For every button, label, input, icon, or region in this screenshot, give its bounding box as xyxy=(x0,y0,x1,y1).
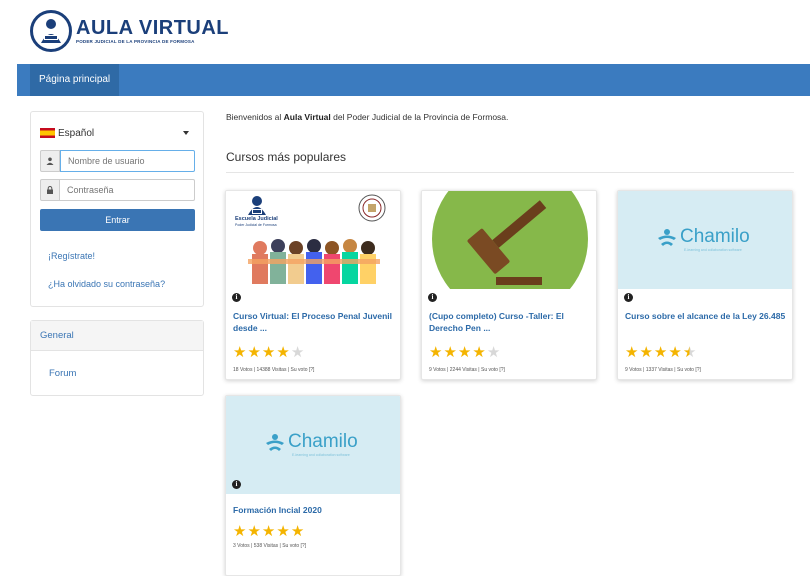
register-link[interactable]: ¡Regístrate! xyxy=(48,251,95,261)
chamilo-wordmark: Chamilo xyxy=(288,431,358,452)
user-icon xyxy=(40,150,60,172)
course-stats: 18 Votos | 14388 Visitas | Su voto [?] xyxy=(233,367,315,373)
rating-stars[interactable]: ★ ★ ★ ★ ★ xyxy=(233,345,305,360)
star-icon[interactable]: ★ xyxy=(625,345,638,360)
info-icon[interactable]: i xyxy=(428,293,437,302)
star-icon[interactable]: ★ xyxy=(487,345,500,360)
info-icon[interactable]: i xyxy=(232,293,241,302)
star-icon[interactable]: ★ xyxy=(247,345,260,360)
star-icon[interactable]: ★ xyxy=(654,345,667,360)
chamilo-placeholder[interactable]: Chamilo E-learning and collaboration sof… xyxy=(226,396,400,494)
star-icon[interactable]: ★ xyxy=(668,345,681,360)
chamilo-logo-icon xyxy=(266,434,284,451)
star-icon[interactable]: ★ xyxy=(443,345,456,360)
star-icon[interactable]: ★ xyxy=(276,524,289,539)
main-navbar: Página principal xyxy=(17,64,810,96)
star-icon[interactable]: ★ xyxy=(639,345,652,360)
spain-flag-icon xyxy=(40,128,55,138)
login-panel: Español Entrar ¡Regístrate! ¿Ha olvidado… xyxy=(30,111,204,307)
course-title[interactable]: Curso Virtual: El Proceso Penal Juvenil … xyxy=(233,310,397,334)
username-group xyxy=(40,150,195,172)
welcome-prefix: Bienvenidos al xyxy=(226,112,284,122)
gavel-illustration[interactable] xyxy=(422,191,596,289)
judicial-emblem-icon xyxy=(30,10,72,52)
course-stats: 9 Votos | 2244 Visitas | Su voto [?] xyxy=(429,367,505,373)
language-select[interactable]: Español xyxy=(40,122,195,144)
chamilo-wordmark: Chamilo xyxy=(680,226,750,247)
course-card[interactable]: Escuela Judicial Poder Judicial de Formo… xyxy=(225,190,401,380)
site-title: AULA VIRTUAL xyxy=(76,17,230,39)
star-icon[interactable]: ★ xyxy=(247,524,260,539)
image-subcaption: Poder Judicial de Formosa xyxy=(235,223,277,227)
star-icon[interactable]: ★ xyxy=(291,345,304,360)
welcome-message: Bienvenidos al Aula Virtual del Poder Ju… xyxy=(226,112,508,122)
section-divider xyxy=(226,172,794,173)
language-label: Español xyxy=(58,127,95,139)
course-card[interactable]: i (Cupo completo) Curso -Taller: El Dere… xyxy=(421,190,597,380)
welcome-bold: Aula Virtual xyxy=(283,112,331,122)
info-icon[interactable]: i xyxy=(624,293,633,302)
username-input[interactable] xyxy=(60,150,195,172)
rating-stars[interactable]: ★ ★ ★ ★ ★ xyxy=(625,345,697,360)
star-icon[interactable]: ★ xyxy=(276,345,289,360)
password-input[interactable] xyxy=(60,179,195,201)
password-group xyxy=(40,179,195,201)
chevron-down-icon xyxy=(183,131,189,135)
chamilo-tagline: E-learning and collaboration software xyxy=(684,248,742,252)
star-icon[interactable]: ★ xyxy=(429,345,442,360)
general-panel: General Forum xyxy=(30,320,204,396)
chamilo-logo-icon xyxy=(658,229,676,246)
star-half-icon[interactable]: ★ xyxy=(683,345,696,360)
info-icon[interactable]: i xyxy=(232,480,241,489)
star-icon[interactable]: ★ xyxy=(262,524,275,539)
star-icon[interactable]: ★ xyxy=(233,524,246,539)
welcome-suffix: del Poder Judicial de la Provincia de Fo… xyxy=(330,112,509,122)
course-title[interactable]: (Cupo completo) Curso -Taller: El Derech… xyxy=(429,310,593,334)
star-icon[interactable]: ★ xyxy=(233,345,246,360)
login-button[interactable]: Entrar xyxy=(40,209,195,231)
course-card[interactable]: Chamilo E-learning and collaboration sof… xyxy=(225,395,401,576)
forgot-password-link[interactable]: ¿Ha olvidado su contraseña? xyxy=(48,279,165,289)
chamilo-placeholder[interactable]: Chamilo E-learning and collaboration sof… xyxy=(618,191,792,289)
star-icon[interactable]: ★ xyxy=(472,345,485,360)
course-title[interactable]: Curso sobre el alcance de la Ley 26.485 xyxy=(625,310,789,322)
lock-icon xyxy=(40,179,60,201)
course-card[interactable]: Chamilo E-learning and collaboration sof… xyxy=(617,190,793,380)
rating-stars[interactable]: ★ ★ ★ ★ ★ xyxy=(233,524,305,539)
site-logo[interactable]: AULA VIRTUAL PODER JUDICIAL DE LA PROVIN… xyxy=(30,10,229,52)
course-stats: 9 Votos | 1337 Visitas | Su voto [?] xyxy=(625,367,701,373)
nav-home-tab[interactable]: Página principal xyxy=(30,64,120,96)
star-icon[interactable]: ★ xyxy=(458,345,471,360)
image-caption: Escuela Judicial xyxy=(235,216,278,222)
course-stats: 3 Votos | 538 Visitas | Su voto [?] xyxy=(233,543,307,549)
general-heading: General xyxy=(31,321,203,351)
course-title[interactable]: Formación Incial 2020 xyxy=(233,504,397,516)
chamilo-tagline: E-learning and collaboration software xyxy=(292,453,350,457)
rating-stars[interactable]: ★ ★ ★ ★ ★ xyxy=(429,345,501,360)
escuela-judicial-illustration[interactable]: Escuela Judicial Poder Judicial de Formo… xyxy=(226,191,400,289)
site-subtitle: PODER JUDICIAL DE LA PROVINCIA DE FORMOS… xyxy=(76,39,195,44)
star-icon[interactable]: ★ xyxy=(291,524,304,539)
forum-link[interactable]: Forum xyxy=(49,368,76,379)
section-title: Cursos más populares xyxy=(226,150,347,164)
star-icon[interactable]: ★ xyxy=(262,345,275,360)
